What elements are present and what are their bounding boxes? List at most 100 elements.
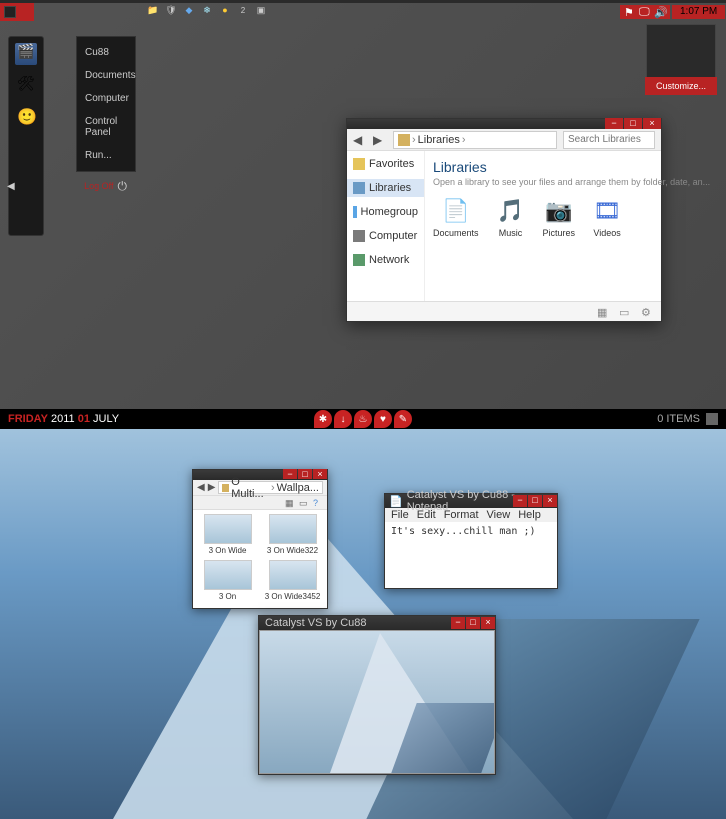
dock-video-icon[interactable] [15,43,37,65]
preview-icon[interactable]: ▭ [299,498,309,508]
tray-badge-icon[interactable]: ● [218,3,232,17]
menu-help[interactable]: Help [518,509,541,521]
sidebar-network[interactable]: Network [347,251,424,269]
badge-fire-icon[interactable]: ♨ [354,410,372,428]
menu-view[interactable]: View [487,509,511,521]
explorer-toolbar: ◀ ▶ › Libraries › [347,129,661,151]
sidebar-computer[interactable]: Computer [347,227,424,245]
thumbnail-image [204,560,252,590]
badge-down-icon[interactable]: ↓ [334,410,352,428]
pane-subtitle: Open a library to see your files and arr… [433,177,710,187]
menu-control-panel[interactable]: Control Panel [77,110,135,144]
library-icon [353,182,365,194]
close-button[interactable]: × [543,495,557,507]
maximize-button[interactable]: □ [624,118,642,129]
explorer-titlebar[interactable]: − □ × [347,119,661,129]
library-pictures[interactable]: 📷Pictures [543,197,576,238]
maximize-button[interactable]: □ [466,617,480,629]
menu-edit[interactable]: Edit [417,509,436,521]
path-field[interactable]: O Multi...›Wallpa... [218,481,323,494]
sidebar-homegroup[interactable]: Homegroup [347,203,424,221]
back-arrow-icon[interactable]: ◀ [7,181,15,192]
image-viewer-window: Catalyst VS by Cu88 − □ × [258,615,496,775]
tray-shield-icon[interactable]: 🛡 [164,3,178,17]
help-icon[interactable]: ? [313,498,323,508]
tray-folder-icon[interactable]: 📁 [146,3,160,17]
dock-smile-icon[interactable] [15,107,37,129]
logoff-button[interactable]: Log Off [84,181,113,191]
menu-computer[interactable]: Computer [77,87,135,110]
notepad-textarea[interactable]: It's sexy...chill man ;) [385,522,557,541]
thumb-breadcrumb[interactable]: ◀ ▶ O Multi...›Wallpa... [193,480,327,496]
library-documents[interactable]: 📄Documents [433,197,479,238]
start-menu: Cu88 Documents Computer Control Panel Ru… [76,36,136,172]
notepad-titlebar[interactable]: 📄 Catalyst VS by Cu88 - Notepad − □ × [385,494,557,508]
search-input[interactable] [563,131,655,149]
volume-icon[interactable]: 🔊 [654,6,666,18]
folder-icon [222,484,229,492]
minimize-button[interactable]: − [513,495,527,507]
library-videos[interactable]: 🎞Videos [591,197,623,238]
settings-icon[interactable]: ⚙ [641,306,653,318]
thumbnail-image [204,514,252,544]
menu-file[interactable]: File [391,509,409,521]
maximize-button[interactable]: □ [298,469,312,479]
image-titlebar[interactable]: Catalyst VS by Cu88 − □ × [259,616,495,630]
thumbnail-image [269,514,317,544]
videos-icon: 🎞 [591,197,623,225]
documents-icon: 📄 [440,197,472,225]
dock-tools-icon[interactable] [15,75,37,97]
mid-right: 0 ITEMS [657,413,718,425]
back-icon[interactable]: ◀ [197,482,205,493]
trash-icon[interactable] [706,413,718,425]
minimize-button[interactable]: − [451,617,465,629]
start-corner[interactable] [0,3,34,21]
menu-cu88[interactable]: Cu88 [77,41,135,64]
thumb-item[interactable]: 3 On [197,560,258,602]
minimize-button[interactable]: − [605,118,623,129]
customize-button[interactable]: Customize... [645,77,717,95]
library-music[interactable]: 🎵Music [495,197,527,238]
forward-icon[interactable]: ▶ [208,482,216,493]
star-icon [353,158,365,170]
sidebar-favorites[interactable]: Favorites [347,155,424,173]
image-content [259,630,495,774]
tray-expand-icon[interactable]: ▣ [254,3,268,17]
maximize-button[interactable]: □ [528,495,542,507]
start-menu-controls: ◀ Log Off ⏻ [7,177,127,195]
sidebar-libraries[interactable]: Libraries [347,179,424,197]
badge-apps-icon[interactable]: ✱ [314,410,332,428]
monitor-icon[interactable]: 🖵 [639,6,651,18]
tray-app-icon[interactable]: ◆ [182,3,196,17]
side-dock [8,36,44,236]
thumb-item[interactable]: 3 On Wide [197,514,258,556]
menu-run[interactable]: Run... [77,144,135,167]
power-icon[interactable]: ⏻ [118,179,128,194]
close-button[interactable]: × [643,118,661,129]
tray-snow-icon[interactable]: ❄ [200,3,214,17]
thumb-item[interactable]: 3 On Wide322 [262,514,323,556]
view-tiles-icon[interactable]: ▦ [597,306,609,318]
items-count: 0 ITEMS [657,413,700,425]
menu-documents[interactable]: Documents [77,64,135,87]
thumbnail-image [269,560,317,590]
thumb-item[interactable]: 3 On Wide3452 [262,560,323,602]
close-button[interactable]: × [313,469,327,479]
notepad-window: 📄 Catalyst VS by Cu88 - Notepad − □ × Fi… [384,493,558,589]
badge-wrench-icon[interactable]: ✎ [394,410,412,428]
thumbnail-explorer-window: − □ × ◀ ▶ O Multi...›Wallpa... ▦ ▭ ? 3 O… [192,469,328,609]
clock[interactable]: 1:07 PM [672,5,725,19]
badge-heart-icon[interactable]: ♥ [374,410,392,428]
breadcrumb[interactable]: › Libraries › [393,131,557,149]
close-button[interactable]: × [481,617,495,629]
flag-icon[interactable]: ⚑ [624,6,636,18]
menu-format[interactable]: Format [444,509,479,521]
minimize-button[interactable]: − [283,469,297,479]
back-button[interactable]: ◀ [353,133,367,147]
music-icon: 🎵 [495,197,527,225]
tray-count: 2 [236,3,250,17]
view-details-icon[interactable]: ▭ [619,306,631,318]
forward-button[interactable]: ▶ [373,133,387,147]
explorer-sidebar: Favorites Libraries Homegroup Computer N… [347,151,425,301]
view-icon[interactable]: ▦ [285,498,295,508]
